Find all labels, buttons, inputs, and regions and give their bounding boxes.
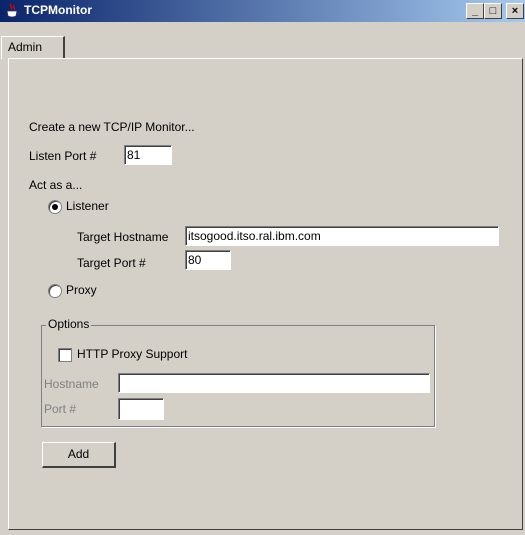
proxy-hostname-label: Hostname — [44, 377, 99, 391]
target-hostname-label: Target Hostname — [77, 230, 169, 244]
maximize-button[interactable]: □ — [484, 3, 502, 19]
listen-port-label: Listen Port # — [29, 149, 97, 163]
radio-selected-dot — [52, 204, 58, 210]
minimize-button[interactable]: _ — [466, 3, 484, 19]
title-bar[interactable]: TCPMonitor _ □ × — [0, 0, 525, 22]
listener-label: Listener — [66, 199, 109, 213]
proxy-port-input[interactable] — [118, 398, 164, 420]
java-cup-icon — [6, 3, 19, 18]
add-button[interactable]: Add — [42, 442, 116, 468]
proxy-port-label: Port # — [44, 402, 77, 416]
proxy-label: Proxy — [66, 283, 97, 297]
target-hostname-input[interactable] — [185, 226, 499, 246]
listen-port-input[interactable] — [124, 145, 172, 165]
target-port-input[interactable] — [185, 250, 231, 270]
close-button[interactable]: × — [506, 3, 524, 19]
proxy-radio[interactable] — [48, 284, 62, 298]
tab-admin-label: Admin — [8, 40, 43, 54]
options-title: Options — [46, 317, 92, 331]
target-port-label: Target Port # — [77, 256, 146, 270]
listener-radio[interactable] — [48, 200, 62, 214]
act-as-label: Act as a... — [29, 178, 83, 192]
http-proxy-checkbox[interactable] — [58, 348, 72, 362]
proxy-hostname-input[interactable] — [118, 373, 430, 393]
http-proxy-label: HTTP Proxy Support — [77, 347, 188, 361]
page-heading: Create a new TCP/IP Monitor... — [29, 120, 195, 134]
tab-admin[interactable]: Admin — [1, 36, 65, 59]
window-title: TCPMonitor — [24, 3, 92, 17]
